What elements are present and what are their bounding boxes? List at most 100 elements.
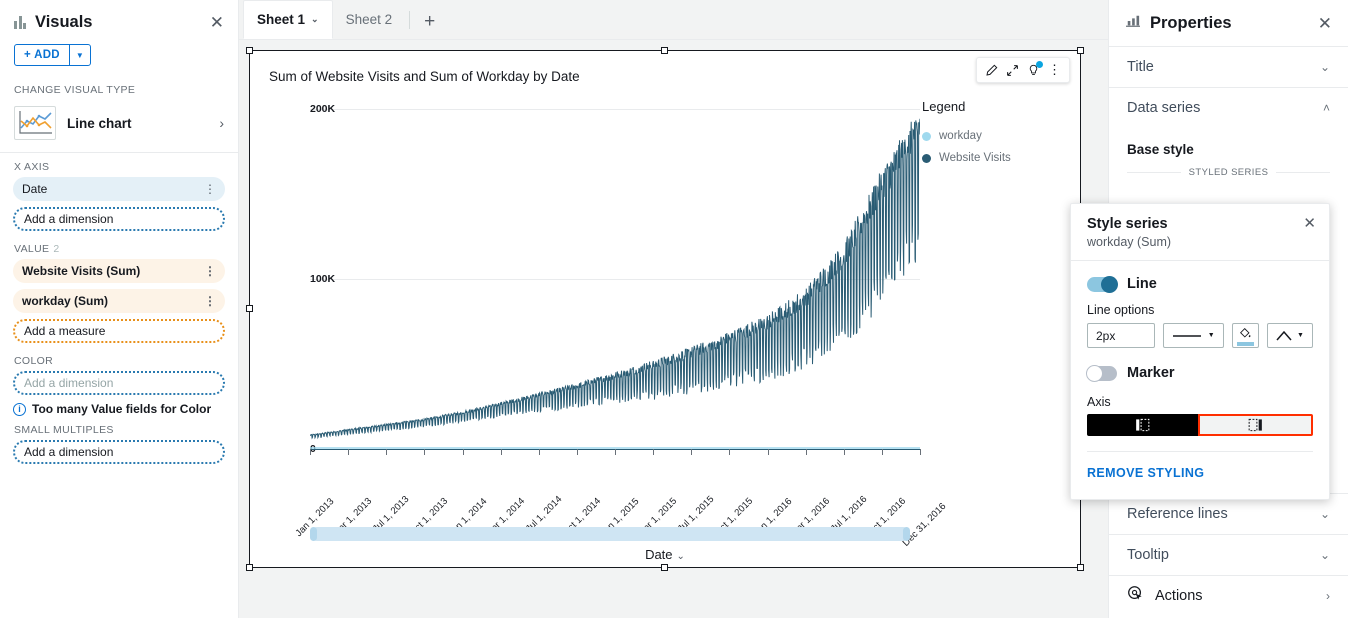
properties-section-tooltip[interactable]: Tooltip ⌄ (1109, 534, 1348, 575)
tab-sheet-1-label: Sheet 1 (257, 12, 305, 27)
style-popover-body: Line Line options 2px ▼ ▼ Marker Axis (1071, 261, 1329, 436)
field-well-date[interactable]: Date ⋮ (13, 177, 225, 201)
x-axis-tick (844, 449, 845, 455)
x-axis-label: X AXIS (0, 153, 238, 177)
properties-section-title[interactable]: Title ⌄ (1109, 46, 1348, 87)
close-icon[interactable]: ✕ (210, 14, 224, 31)
x-axis-tick (386, 449, 387, 455)
edit-pencil-icon[interactable] (983, 60, 1000, 80)
properties-section-data-series-label: Data series (1127, 100, 1200, 116)
resize-handle-bottom-center[interactable] (661, 564, 668, 571)
visuals-panel-header: Visuals ✕ (0, 0, 238, 44)
date-axis-label[interactable]: Date⌄ (250, 547, 1080, 562)
line-toggle[interactable] (1087, 277, 1117, 292)
resize-handle-top-left[interactable] (246, 47, 253, 54)
kebab-menu-icon[interactable]: ⋮ (204, 264, 216, 278)
tab-sheet-2[interactable]: Sheet 2 (333, 0, 406, 39)
properties-section-data-series[interactable]: Data series ˄ (1109, 87, 1348, 128)
marker-toggle-label: Marker (1127, 365, 1175, 381)
remove-styling-button[interactable]: REMOVE STYLING (1071, 452, 1329, 480)
resize-handle-top-center[interactable] (661, 47, 668, 54)
x-axis-tick (424, 449, 425, 455)
solid-line-icon (1172, 333, 1202, 339)
value-add-measure[interactable]: Add a measure (13, 319, 225, 343)
date-range-handle-left[interactable] (310, 527, 317, 541)
close-icon[interactable]: ✕ (1318, 15, 1332, 32)
resize-handle-bottom-right[interactable] (1077, 564, 1084, 571)
small-multiples-label: SMALL MULTIPLES (0, 416, 238, 440)
properties-panel-header: Properties ✕ (1109, 0, 1348, 46)
chart-series-canvas (310, 109, 920, 449)
chevron-down-icon[interactable]: ⌄ (1320, 60, 1330, 74)
line-width-input[interactable]: 2px (1087, 323, 1155, 348)
line-style-dropdown[interactable]: ▼ (1163, 323, 1224, 348)
info-icon: i (13, 403, 26, 416)
chevron-down-icon: ▼ (1297, 332, 1304, 339)
line-shape-icon (1276, 331, 1292, 341)
right-axis-button[interactable] (1198, 414, 1313, 436)
tab-sheet-2-label: Sheet 2 (346, 12, 393, 27)
divider-line-left (1127, 172, 1181, 173)
line-toggle-label: Line (1127, 276, 1157, 292)
date-range-handle-right[interactable] (903, 527, 910, 541)
x-axis-tick (882, 449, 883, 455)
field-well-website-visits[interactable]: Website Visits (Sum) ⋮ (13, 259, 225, 283)
close-icon[interactable]: ✕ (1303, 216, 1316, 231)
expand-icon[interactable] (1004, 60, 1021, 80)
chevron-down-icon[interactable]: ⌄ (677, 551, 685, 562)
date-range-scrollbar[interactable] (310, 527, 910, 541)
insights-badge-dot (1036, 61, 1043, 68)
resize-handle-bottom-left[interactable] (246, 564, 253, 571)
chevron-down-icon[interactable]: ⌄ (1320, 548, 1330, 562)
series-website-visits (310, 119, 920, 438)
marker-toggle[interactable] (1087, 366, 1117, 381)
kebab-menu-icon[interactable]: ⋮ (204, 182, 216, 196)
chevron-down-icon[interactable]: ▼ (70, 45, 90, 65)
kebab-menu-icon[interactable]: ⋮ (204, 294, 216, 308)
tab-sheet-1[interactable]: Sheet 1 ⌄ (243, 0, 333, 39)
resize-handle-middle-left[interactable] (246, 305, 253, 312)
axis-segmented-control (1087, 414, 1313, 436)
axis-label: Axis (1087, 395, 1313, 409)
tab-divider (409, 11, 410, 29)
base-style-label: Base style (1109, 128, 1348, 157)
line-color-button[interactable] (1232, 323, 1259, 348)
legend-item-website-visits-label: Website Visits (939, 152, 1011, 164)
x-axis-tick (920, 449, 921, 455)
legend-item-workday[interactable]: workday (922, 130, 1072, 142)
visual-container[interactable]: Sum of Website Visits and Sum of Workday… (249, 50, 1081, 568)
legend-dot-website-visits (922, 154, 931, 163)
chevron-up-icon[interactable]: ˄ (1323, 101, 1330, 115)
visual-toolbar: ⋮ (976, 57, 1070, 83)
date-range-track[interactable] (310, 527, 910, 541)
kebab-menu-icon[interactable]: ⋮ (1046, 60, 1063, 80)
color-warning: i Too many Value fields for Color (0, 399, 238, 416)
chevron-down-icon[interactable]: ⌄ (1320, 507, 1330, 521)
x-axis-tick (768, 449, 769, 455)
left-axis-icon (1135, 418, 1150, 432)
field-well-workday[interactable]: workday (Sum) ⋮ (13, 289, 225, 313)
x-axis-tick (310, 449, 311, 455)
paint-bucket-icon (1239, 327, 1252, 340)
chevron-right-icon[interactable]: › (219, 115, 224, 131)
properties-section-actions[interactable]: Actions › (1109, 575, 1348, 616)
chevron-down-icon[interactable]: ⌄ (311, 14, 319, 25)
chevron-right-icon[interactable]: › (1326, 589, 1330, 603)
chevron-down-icon: ▼ (1208, 332, 1215, 339)
chart-plot-area[interactable]: 200K 100K 0 Jan 1, 2013Apr 1, 2013Jul 1,… (268, 109, 920, 501)
left-axis-button[interactable] (1087, 414, 1198, 436)
x-axis-add-dimension[interactable]: Add a dimension (13, 207, 225, 231)
line-shape-dropdown[interactable]: ▼ (1267, 323, 1313, 348)
value-count: 2 (53, 243, 59, 255)
insights-lightbulb-icon[interactable] (1025, 60, 1042, 80)
visual-type-selector[interactable]: Line chart › (0, 100, 238, 153)
small-multiples-add-dimension[interactable]: Add a dimension (13, 440, 225, 464)
add-visual-button[interactable]: + ADD ▼ (14, 44, 91, 66)
visual-type-name: Line chart (67, 116, 132, 131)
resize-handle-top-right[interactable] (1077, 47, 1084, 54)
legend-item-website-visits[interactable]: Website Visits (922, 152, 1072, 164)
chart-legend: Legend workday Website Visits (922, 99, 1072, 174)
add-sheet-button[interactable]: + (414, 11, 445, 39)
color-add-dimension[interactable]: Add a dimension (13, 371, 225, 395)
toggle-knob (1086, 365, 1103, 382)
